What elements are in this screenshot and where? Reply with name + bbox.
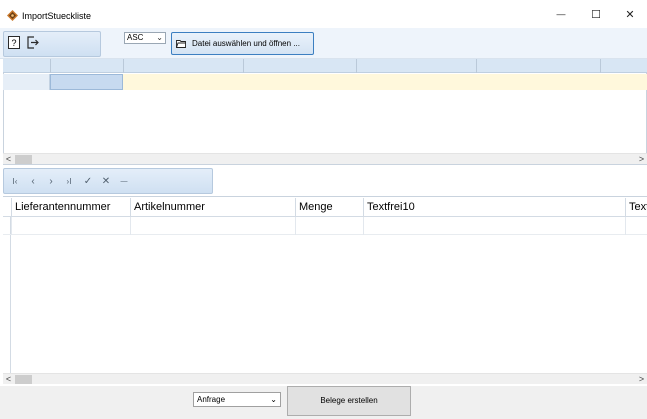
create-documents-button[interactable]: Belege erstellen [287,386,411,416]
window-title: ImportStueckliste [22,11,92,21]
upper-grid-row[interactable] [3,74,647,90]
scroll-thumb[interactable] [15,375,32,384]
grid-cell[interactable] [363,217,625,235]
scroll-left-icon[interactable]: < [3,374,14,385]
column-header-menge[interactable]: Menge [295,198,363,217]
scroll-right-icon[interactable]: > [636,374,647,385]
cancel-edit-button[interactable]: ✕ [99,175,113,189]
column-separator[interactable] [50,59,51,73]
row-header[interactable] [3,74,50,90]
upper-horizontal-scrollbar[interactable]: < > [3,153,647,164]
svg-text:?: ? [11,38,16,48]
column-separator[interactable] [123,59,124,73]
column-separator[interactable] [476,59,477,73]
chevron-down-icon: ⌄ [156,33,163,42]
column-header-textfrei10[interactable]: Textfrei10 [363,198,625,217]
maximize-icon: ☐ [591,8,601,21]
document-type-select[interactable]: Anfrage ⌄ [193,392,281,407]
help-icon[interactable]: ? [8,36,20,49]
navigator-panel: I‹ ‹ › ›I ✓ ✕ — [3,168,213,194]
column-header-artikelnummer[interactable]: Artikelnummer [130,198,295,217]
grid-cell[interactable] [295,217,363,235]
confirm-button[interactable]: ✓ [81,175,95,189]
last-record-button[interactable]: ›I [62,175,76,189]
lower-grid-row[interactable] [3,217,647,235]
scroll-thumb[interactable] [15,155,32,164]
minimize-button[interactable]: — [544,0,578,28]
document-type-value: Anfrage [197,395,226,404]
sort-order-select[interactable]: ASC ⌄ [124,32,166,44]
open-file-label: Datei auswählen und öffnen ... [192,39,300,48]
grid-cell[interactable] [11,217,131,235]
grid-cell[interactable] [625,217,647,235]
lower-horizontal-scrollbar[interactable]: < > [3,373,647,384]
lower-grid-header: Lieferantennummer Artikelnummer Menge Te… [3,198,647,217]
exit-icon[interactable] [27,36,39,49]
first-record-button[interactable]: I‹ [8,175,22,189]
app-logo-icon [7,10,18,21]
import-window: ImportStueckliste — ☐ ✕ ? ASC ⌄ Datei au… [0,0,647,419]
open-file-button[interactable]: Datei auswählen und öffnen ... [171,32,314,55]
column-separator[interactable] [600,59,601,73]
grid-cell[interactable] [130,217,295,235]
previous-record-button[interactable]: ‹ [26,175,40,189]
scroll-right-icon[interactable]: > [636,154,647,165]
delete-record-button[interactable]: — [117,175,131,189]
column-separator[interactable] [243,59,244,73]
chevron-down-icon: ⌄ [270,395,277,404]
column-header-textfrei[interactable]: Textfrei [625,198,647,217]
close-icon: ✕ [625,8,635,21]
scroll-left-icon[interactable]: < [3,154,14,165]
column-separator[interactable] [356,59,357,73]
sort-order-value: ASC [127,33,144,42]
next-record-button[interactable]: › [44,175,58,189]
column-header-lieferantennummer[interactable]: Lieferantennummer [11,198,131,217]
close-button[interactable]: ✕ [613,0,647,28]
upper-grid-header [3,59,647,73]
maximize-button[interactable]: ☐ [579,0,613,28]
folder-open-icon [176,40,186,48]
selected-cell[interactable] [50,74,123,90]
minimize-icon: — [556,9,566,19]
row-header-column [3,217,11,375]
